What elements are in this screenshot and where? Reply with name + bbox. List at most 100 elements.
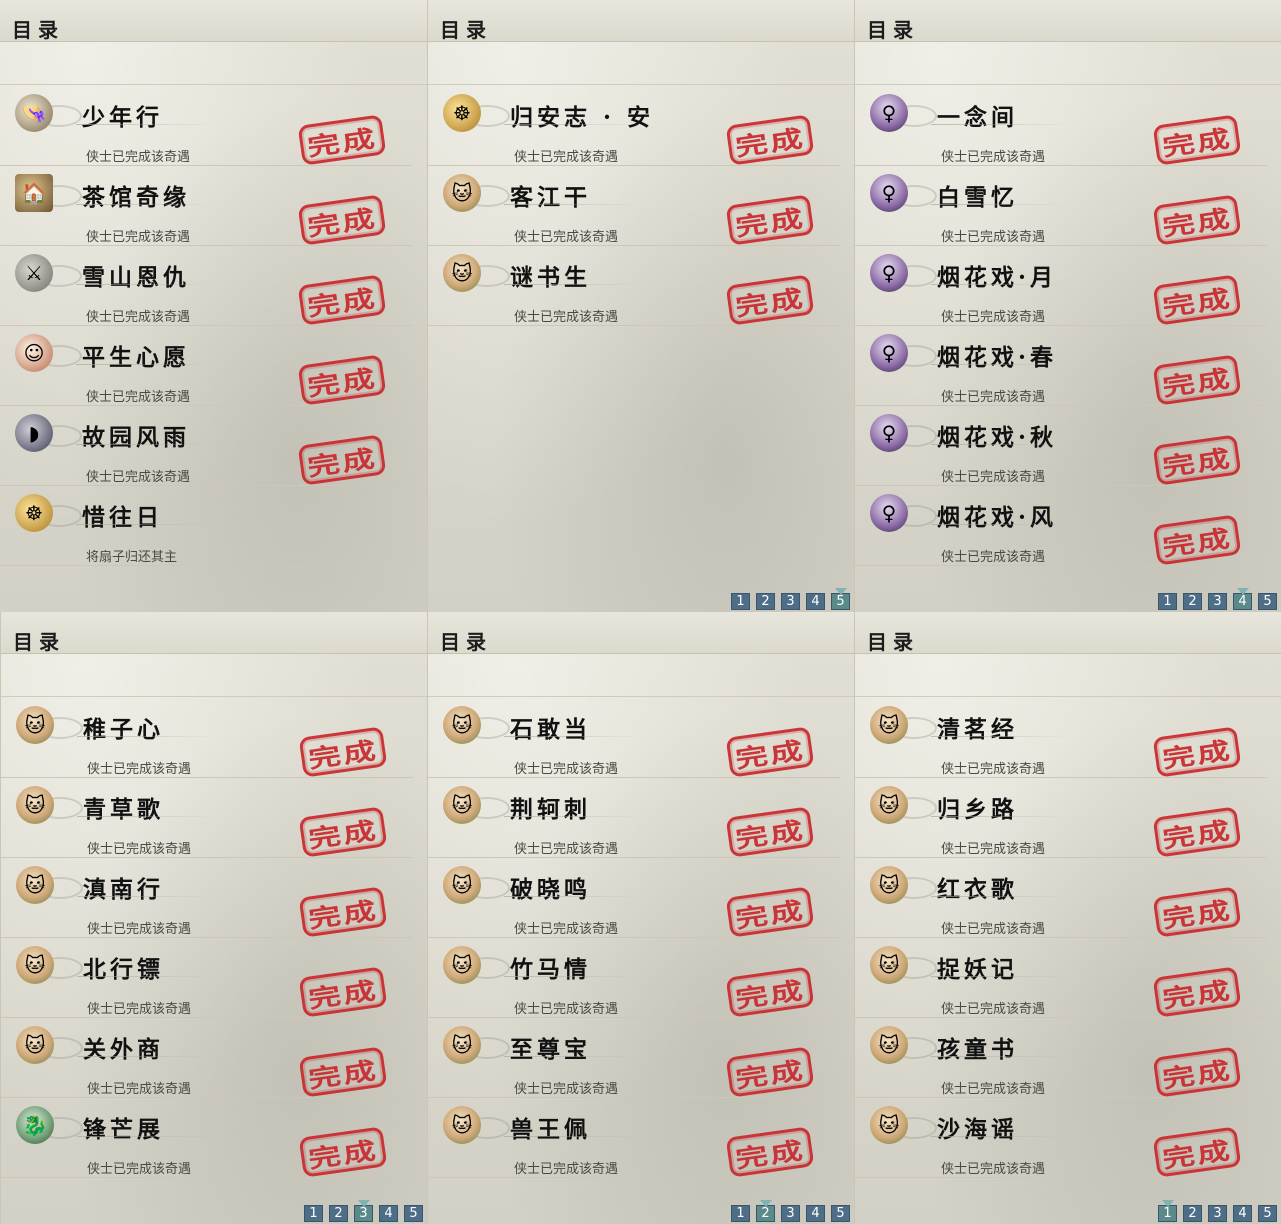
encounter-status: 侠士已完成该奇遇: [87, 762, 192, 777]
encounter-entry[interactable]: ◗ 故园风雨 侠士已完成该奇遇 完成: [0, 406, 412, 486]
encounter-entry[interactable]: 🐱 石敢当 侠士已完成该奇遇 完成: [428, 698, 840, 778]
name-underline: [504, 1056, 644, 1057]
divider: [0, 84, 427, 85]
encounter-entry[interactable]: 🐱 竹马情 侠士已完成该奇遇 完成: [428, 938, 840, 1018]
encounter-entry[interactable]: ♀ 白雪忆 侠士已完成该奇遇 完成: [855, 166, 1267, 246]
encounter-status: 侠士已完成该奇遇: [87, 1162, 192, 1177]
page-button-5[interactable]: 5: [831, 1205, 850, 1222]
lucky-cat-icon: 🐱: [442, 865, 510, 905]
encounter-entry[interactable]: ♀ 一念间 侠士已完成该奇遇 完成: [855, 86, 1267, 166]
panel-title: 目录: [440, 18, 492, 42]
lucky-cat-icon: 🐱: [869, 1105, 937, 1145]
page-button-3[interactable]: 3: [1208, 593, 1227, 610]
completed-stamp-icon: 完成: [725, 966, 815, 1018]
page-button-1[interactable]: 1: [1158, 593, 1177, 610]
encounter-entry[interactable]: ♀ 烟花戏·月 侠士已完成该奇遇 完成: [855, 246, 1267, 326]
page-button-3[interactable]: 3: [781, 1205, 800, 1222]
page-button-5[interactable]: 5: [1258, 1205, 1277, 1222]
lucky-cat-icon: 🐱: [869, 1025, 937, 1065]
encounter-name: 归乡路: [937, 796, 1018, 823]
encounter-entry[interactable]: 🐱 关外商 侠士已完成该奇遇 完成: [1, 1018, 413, 1098]
lady-portrait-icon: ♀: [869, 253, 937, 293]
page-button-4[interactable]: 4: [379, 1205, 398, 1222]
encounter-entry[interactable]: 🐱 孩童书 侠士已完成该奇遇 完成: [855, 1018, 1267, 1098]
encounter-entry[interactable]: ♀ 烟花戏·风 侠士已完成该奇遇 完成: [855, 486, 1267, 566]
encounter-entry[interactable]: 🐱 稚子心 侠士已完成该奇遇 完成: [1, 698, 413, 778]
encounter-status: 侠士已完成该奇遇: [514, 1002, 619, 1017]
encounter-entry[interactable]: 🐱 谜书生 侠士已完成该奇遇 完成: [428, 246, 840, 326]
encounter-entry[interactable]: 🐱 破晓鸣 侠士已完成该奇遇 完成: [428, 858, 840, 938]
page-button-2[interactable]: 2: [329, 1205, 348, 1222]
page-button-4[interactable]: 4: [1233, 588, 1252, 610]
encounter-name: 一念间: [937, 104, 1018, 131]
encounter-entry[interactable]: 🐱 至尊宝 侠士已完成该奇遇 完成: [428, 1018, 840, 1098]
name-underline: [931, 364, 1071, 365]
encounter-entry[interactable]: ☸ 归安志 · 安侠士已完成该奇遇 完成: [428, 86, 840, 166]
encounter-entry[interactable]: 🐱 兽王佩 侠士已完成该奇遇 完成: [428, 1098, 840, 1178]
encounter-entry[interactable]: 🐱 青草歌 侠士已完成该奇遇 完成: [1, 778, 413, 858]
page-button-4[interactable]: 4: [806, 593, 825, 610]
completed-stamp-icon: 完成: [297, 434, 387, 486]
completed-stamp-icon: 完成: [1152, 194, 1242, 246]
encounter-entry[interactable]: 🐱 客江干 侠士已完成该奇遇 完成: [428, 166, 840, 246]
encounter-entry[interactable]: 🐱 清茗经 侠士已完成该奇遇 完成: [855, 698, 1267, 778]
page-button-2[interactable]: 2: [1183, 1205, 1202, 1222]
encounter-status: 侠士已完成该奇遇: [514, 1082, 619, 1097]
encounter-name: 荆轲刺: [510, 796, 591, 823]
encounter-entry[interactable]: 🐱 捉妖记 侠士已完成该奇遇 完成: [855, 938, 1267, 1018]
page-button-5[interactable]: 5: [1258, 593, 1277, 610]
encounter-entry[interactable]: 👒 少年行 侠士已完成该奇遇 完成: [0, 86, 412, 166]
encounter-entry[interactable]: ⚔ 雪山恩仇 侠士已完成该奇遇 完成: [0, 246, 412, 326]
encounter-name: 滇南行: [83, 876, 164, 903]
encounter-entry[interactable]: 🐱 归乡路 侠士已完成该奇遇 完成: [855, 778, 1267, 858]
encounter-entry[interactable]: ♀ 烟花戏·春 侠士已完成该奇遇 完成: [855, 326, 1267, 406]
encounter-name: 清茗经: [937, 716, 1018, 743]
lucky-cat-icon: 🐱: [15, 945, 83, 985]
completed-stamp-icon: 完成: [298, 966, 388, 1018]
encounter-status: 侠士已完成该奇遇: [941, 310, 1046, 325]
page-button-2[interactable]: 2: [1183, 593, 1202, 610]
encounter-status: 侠士已完成该奇遇: [941, 762, 1046, 777]
encounter-entry[interactable]: 🏠 茶馆奇缘 侠士已完成该奇遇 完成: [0, 166, 412, 246]
page-button-5[interactable]: 5: [831, 588, 850, 610]
page-button-1[interactable]: 1: [1158, 1200, 1177, 1222]
completed-stamp-icon: 完成: [297, 274, 387, 326]
page-button-2[interactable]: 2: [756, 1200, 775, 1222]
encounter-entry[interactable]: 🐱 荆轲刺 侠士已完成该奇遇 完成: [428, 778, 840, 858]
page-button-1[interactable]: 1: [731, 1205, 750, 1222]
encounter-entry[interactable]: 🐱 北行镖 侠士已完成该奇遇 完成: [1, 938, 413, 1018]
encounter-entry[interactable]: 🐱 沙海谣 侠士已完成该奇遇 完成: [855, 1098, 1267, 1178]
divider: [855, 696, 1281, 697]
encounter-status: 侠士已完成该奇遇: [86, 310, 191, 325]
page-button-2[interactable]: 2: [756, 593, 775, 610]
page-button-5[interactable]: 5: [404, 1205, 423, 1222]
page-button-4[interactable]: 4: [1233, 1205, 1252, 1222]
page-button-3[interactable]: 3: [1208, 1205, 1227, 1222]
lady-portrait-icon: ♀: [869, 173, 937, 213]
encounter-entry[interactable]: ☺ 平生心愿 侠士已完成该奇遇 完成: [0, 326, 412, 406]
encounter-entry[interactable]: 🐱 滇南行 侠士已完成该奇遇 完成: [1, 858, 413, 938]
encounter-entry[interactable]: 🐱 红衣歌 侠士已完成该奇遇 完成: [855, 858, 1267, 938]
name-underline: [931, 976, 1071, 977]
page-button-3[interactable]: 3: [354, 1200, 373, 1222]
encounter-entry[interactable]: 🐉 锋芒展 侠士已完成该奇遇 完成: [1, 1098, 413, 1178]
encounter-name: 北行镖: [83, 956, 164, 983]
panel-header: 目录: [0, 0, 427, 42]
row-divider: [0, 565, 412, 566]
page-button-4[interactable]: 4: [806, 1205, 825, 1222]
lady-portrait-icon: ♀: [869, 413, 937, 453]
encounter-name: 谜书生: [510, 264, 591, 291]
page-button-3[interactable]: 3: [781, 593, 800, 610]
name-underline: [931, 204, 1071, 205]
encounter-entry[interactable]: ♀ 烟花戏·秋 侠士已完成该奇遇 完成: [855, 406, 1267, 486]
name-underline: [76, 204, 216, 205]
completed-stamp-icon: 完成: [298, 1126, 388, 1178]
encounter-status: 侠士已完成该奇遇: [87, 1082, 192, 1097]
name-underline: [76, 284, 216, 285]
encounter-entry[interactable]: ☸ 惜往日 将扇子归还其主: [0, 486, 412, 566]
page-button-1[interactable]: 1: [731, 593, 750, 610]
fan-icon: ◗: [14, 413, 82, 453]
straw-hat-man-icon: 👒: [14, 93, 82, 133]
completed-stamp-icon: 完成: [725, 886, 815, 938]
page-button-1[interactable]: 1: [304, 1205, 323, 1222]
